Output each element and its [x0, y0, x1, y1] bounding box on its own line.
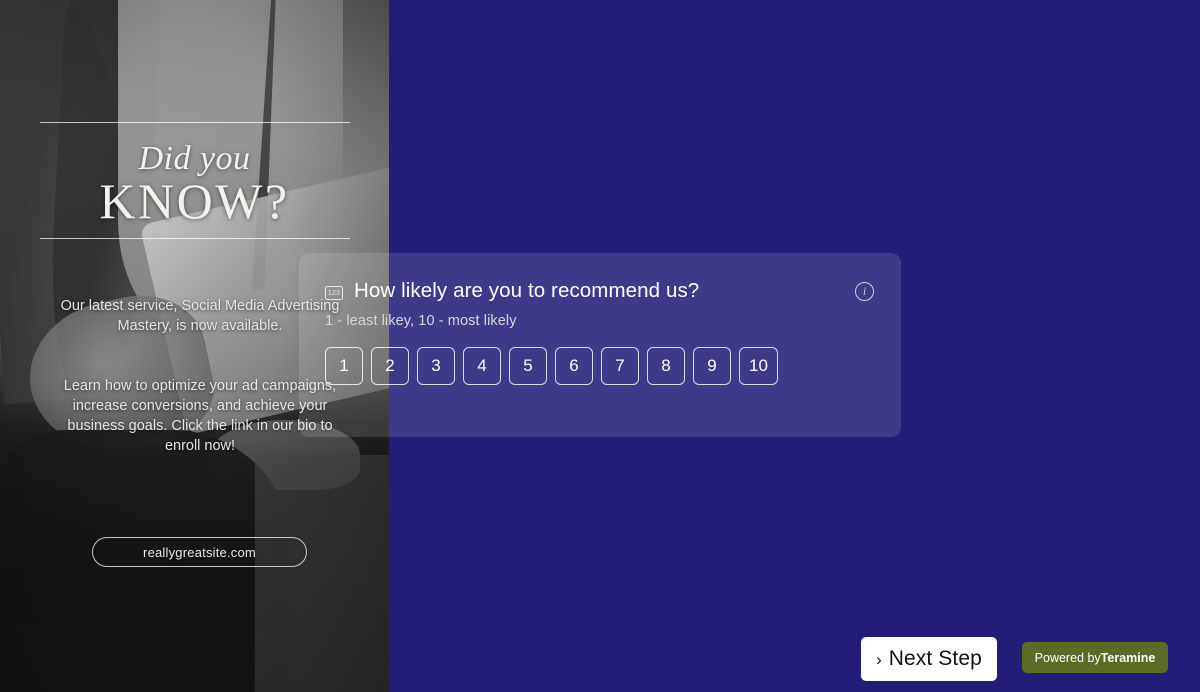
- rating-option-3[interactable]: 3: [417, 347, 455, 385]
- rating-option-9[interactable]: 9: [693, 347, 731, 385]
- powered-by-prefix: Powered by: [1034, 650, 1101, 665]
- rating-scale: 1 2 3 4 5 6 7 8 9 10: [325, 347, 875, 385]
- survey-card-header: 123 How likely are you to recommend us? …: [325, 279, 875, 303]
- page-title: KNOW?: [99, 173, 290, 229]
- numeric-rating-icon: 123: [325, 286, 343, 300]
- question-row: 123 How likely are you to recommend us?: [325, 279, 699, 303]
- website-label: reallygreatsite.com: [143, 544, 256, 560]
- rating-option-2[interactable]: 2: [371, 347, 409, 385]
- survey-card: 123 How likely are you to recommend us? …: [299, 253, 901, 437]
- survey-page: Did you KNOW? Our latest service, Social…: [0, 0, 1200, 692]
- rating-option-10[interactable]: 10: [739, 347, 778, 385]
- next-step-button[interactable]: › Next Step: [861, 637, 997, 681]
- divider-bottom: [40, 238, 350, 239]
- powered-by-brand: Teramine: [1100, 650, 1156, 665]
- rating-option-1[interactable]: 1: [325, 347, 363, 385]
- next-step-label: Next Step: [888, 647, 982, 670]
- survey-hint: 1 - least likey, 10 - most likely: [325, 313, 517, 329]
- powered-by-badge[interactable]: Powered by Teramine: [1022, 642, 1168, 673]
- numeric-rating-icon-label: 123: [327, 289, 341, 297]
- rating-option-7[interactable]: 7: [601, 347, 639, 385]
- rating-option-5[interactable]: 5: [509, 347, 547, 385]
- rating-option-6[interactable]: 6: [555, 347, 593, 385]
- info-circle-icon[interactable]: i: [855, 282, 874, 301]
- survey-question: How likely are you to recommend us?: [354, 279, 700, 302]
- chevron-right-icon: ›: [876, 649, 882, 669]
- rating-option-4[interactable]: 4: [463, 347, 501, 385]
- website-pill[interactable]: reallygreatsite.com: [92, 537, 307, 567]
- divider-top: [40, 122, 350, 123]
- info-icon-glyph: i: [862, 284, 867, 298]
- rating-option-8[interactable]: 8: [647, 347, 685, 385]
